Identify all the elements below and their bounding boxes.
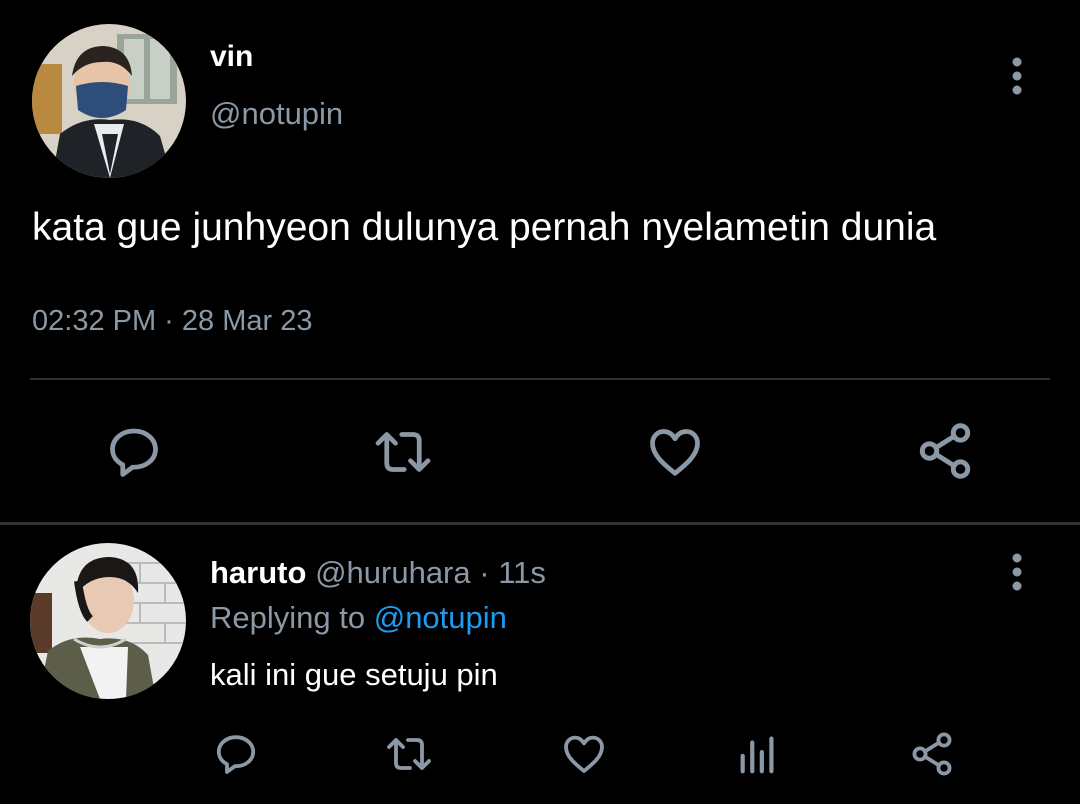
share-icon [919,423,971,479]
reply-text: kali ini gue setuju pin [210,657,498,692]
handle[interactable]: @notupin [210,96,343,132]
like-button[interactable] [644,422,706,482]
share-button[interactable] [914,420,976,482]
replying-to: Replying to @notupin [210,600,507,636]
more-options-icon[interactable] [1007,551,1027,595]
retweet-icon [375,432,431,472]
analytics-icon [740,736,774,774]
avatar[interactable] [32,24,186,178]
reply-icon [216,735,256,774]
tweet-timestamp[interactable]: 02:32 PM · 28 Mar 23 [32,305,312,338]
share-button[interactable] [908,729,956,779]
reply-time[interactable]: 11s [498,555,546,590]
like-icon [650,429,700,476]
reply-display-name[interactable]: haruto [210,555,306,590]
tweet-text: kata gue junhyeon dulunya pernah nyelame… [32,206,937,249]
retweet-button[interactable] [384,730,434,778]
like-button[interactable] [560,730,608,778]
reply-button[interactable] [104,422,164,482]
retweet-button[interactable] [372,422,434,482]
like-icon [564,735,604,773]
replying-to-link[interactable]: @notupin [374,600,507,635]
reply-header: haruto @huruhara · 11s [210,555,546,591]
display-name[interactable]: vin [210,40,253,74]
share-icon [912,732,952,776]
reply-button[interactable] [212,730,260,778]
reply-handle[interactable]: @huruhara [315,555,471,590]
reply-avatar[interactable] [30,543,186,699]
reply-tweet[interactable]: haruto @huruhara · 11s Replying to @notu… [0,525,1080,804]
reply-dot-separator: · [479,555,490,590]
retweet-icon [387,738,431,770]
reply-icon [110,428,158,477]
main-tweet: vin @notupin kata gue junhyeon dulunya p… [0,0,1080,522]
analytics-button[interactable] [735,730,781,778]
more-options-icon[interactable] [1007,55,1027,99]
divider [30,378,1050,380]
replying-to-label: Replying to [210,600,366,635]
